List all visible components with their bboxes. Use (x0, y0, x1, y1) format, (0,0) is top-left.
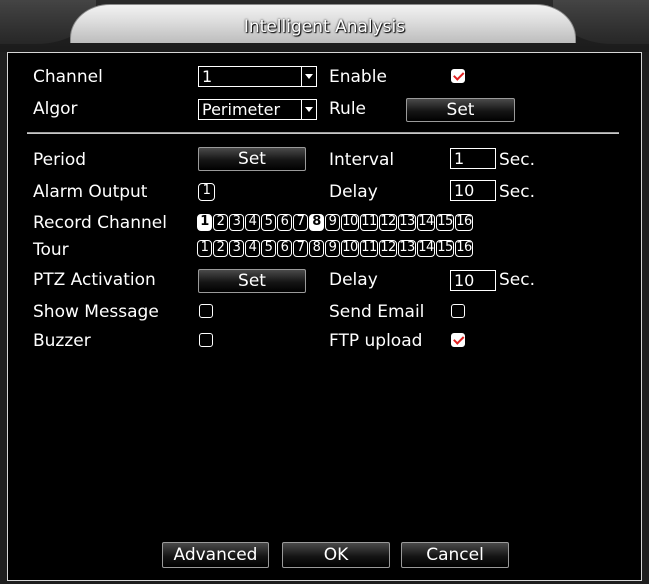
record-channel-11[interactable]: 11 (360, 214, 378, 231)
ok-button[interactable]: OK (282, 542, 390, 568)
show-message-label: Show Message (33, 302, 159, 322)
tour-channel-16[interactable]: 16 (455, 240, 473, 257)
channel-select[interactable]: 1 (198, 66, 317, 87)
chevron-down-icon[interactable] (301, 67, 316, 86)
record-channel-list: 1 2 3 4 5 6 7 8 9 10 11 12 13 14 15 16 (197, 214, 474, 234)
alarm-output-1[interactable]: 1 (198, 183, 215, 201)
tour-channel-8[interactable]: 8 (309, 240, 324, 257)
enable-checkbox[interactable] (451, 69, 465, 83)
section-divider (27, 132, 619, 134)
enable-label: Enable (329, 67, 387, 87)
record-channel-5[interactable]: 5 (261, 214, 276, 231)
advanced-button[interactable]: Advanced (162, 542, 269, 568)
record-channel-12[interactable]: 12 (379, 214, 397, 231)
record-channel-8[interactable]: 8 (309, 214, 324, 231)
show-message-checkbox[interactable] (199, 304, 213, 318)
tour-channel-5[interactable]: 5 (261, 240, 276, 257)
algor-select-value: Perimeter (202, 100, 281, 119)
ptz-delay-unit: Sec. (499, 270, 536, 290)
ptz-activation-label: PTZ Activation (33, 270, 156, 290)
record-channel-1[interactable]: 1 (197, 214, 212, 231)
tour-channel-4[interactable]: 4 (245, 240, 260, 257)
tour-channel-9[interactable]: 9 (325, 240, 340, 257)
buzzer-label: Buzzer (33, 331, 91, 351)
interval-unit: Sec. (499, 150, 536, 170)
window-title: Intelligent Analysis (243, 17, 406, 37)
record-channel-3[interactable]: 3 (229, 214, 244, 231)
tour-channel-list: 1 2 3 4 5 6 7 8 9 10 11 12 13 14 15 16 (197, 240, 474, 260)
alarm-delay-label: Delay (329, 182, 378, 202)
send-email-label: Send Email (329, 302, 425, 322)
channel-select-value: 1 (202, 67, 213, 86)
record-channel-label: Record Channel (33, 213, 167, 233)
algor-select[interactable]: Perimeter (198, 99, 317, 120)
tour-channel-7[interactable]: 7 (293, 240, 308, 257)
record-channel-4[interactable]: 4 (245, 214, 260, 231)
cancel-button[interactable]: Cancel (401, 542, 509, 568)
ptz-delay-label: Delay (329, 270, 378, 290)
period-set-button[interactable]: Set (198, 147, 306, 171)
tour-label: Tour (33, 240, 69, 260)
record-channel-10[interactable]: 10 (341, 214, 359, 231)
buzzer-checkbox[interactable] (199, 333, 213, 347)
record-channel-6[interactable]: 6 (277, 214, 292, 231)
send-email-checkbox[interactable] (451, 304, 465, 318)
tour-channel-14[interactable]: 14 (417, 240, 435, 257)
alarm-delay-input[interactable]: 10 (450, 180, 496, 201)
rule-label: Rule (329, 99, 367, 119)
chevron-down-icon[interactable] (301, 100, 316, 119)
rule-set-button[interactable]: Set (406, 98, 515, 122)
tour-channel-11[interactable]: 11 (360, 240, 378, 257)
tour-channel-6[interactable]: 6 (277, 240, 292, 257)
tour-channel-13[interactable]: 13 (398, 240, 416, 257)
ptz-delay-input[interactable]: 10 (450, 270, 496, 291)
tour-channel-3[interactable]: 3 (229, 240, 244, 257)
ptz-set-button[interactable]: Set (198, 269, 306, 293)
ftp-upload-label: FTP upload (329, 331, 423, 351)
tour-channel-15[interactable]: 15 (436, 240, 454, 257)
record-channel-9[interactable]: 9 (325, 214, 340, 231)
interval-label: Interval (329, 150, 395, 170)
record-channel-7[interactable]: 7 (293, 214, 308, 231)
tour-channel-2[interactable]: 2 (213, 240, 228, 257)
channel-label: Channel (33, 67, 103, 87)
tour-channel-1[interactable]: 1 (197, 240, 212, 257)
tour-channel-10[interactable]: 10 (341, 240, 359, 257)
alarm-delay-unit: Sec. (499, 182, 536, 202)
title-bar: Intelligent Analysis (0, 0, 649, 52)
record-channel-15[interactable]: 15 (436, 214, 454, 231)
record-channel-16[interactable]: 16 (455, 214, 473, 231)
alarm-output-label: Alarm Output (33, 182, 148, 202)
record-channel-14[interactable]: 14 (417, 214, 435, 231)
record-channel-2[interactable]: 2 (213, 214, 228, 231)
intelligent-analysis-window: Intelligent Analysis Channel 1 Enable Al… (0, 0, 649, 584)
period-label: Period (33, 150, 87, 170)
record-channel-13[interactable]: 13 (398, 214, 416, 231)
interval-input[interactable]: 1 (450, 148, 496, 169)
algor-label: Algor (33, 99, 78, 119)
ftp-upload-checkbox[interactable] (451, 333, 465, 347)
tour-channel-12[interactable]: 12 (379, 240, 397, 257)
